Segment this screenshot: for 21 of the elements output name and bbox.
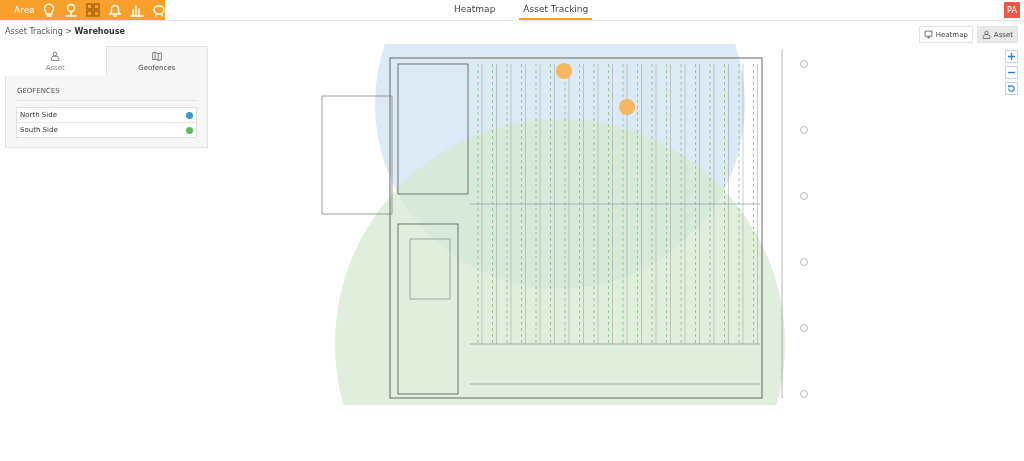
area-label: Area <box>14 5 35 15</box>
bell-icon[interactable] <box>106 2 123 18</box>
breadcrumb-link[interactable]: Asset Tracking <box>5 27 63 36</box>
map-icon <box>151 51 162 61</box>
plus-icon <box>1007 52 1016 61</box>
user-avatar[interactable]: PA <box>1004 2 1020 18</box>
nav-tab[interactable]: Heatmap <box>450 0 500 20</box>
pin-icon[interactable] <box>62 2 79 18</box>
reset-view-button[interactable] <box>1005 82 1018 95</box>
person-icon <box>50 50 61 61</box>
monitor-icon <box>923 30 933 39</box>
person-icon <box>981 30 991 39</box>
nav-tab[interactable]: Asset Tracking <box>519 0 593 20</box>
bar-chart-icon[interactable] <box>128 2 145 18</box>
grid-icon[interactable] <box>84 2 101 18</box>
reset-icon <box>1007 84 1016 93</box>
breadcrumb-current: Warehouse <box>74 27 125 36</box>
breadcrumb-separator: > <box>65 27 72 36</box>
piggy-bank-icon[interactable] <box>150 2 167 18</box>
zoom-out-button[interactable] <box>1005 66 1018 79</box>
zoom-in-button[interactable] <box>1005 50 1018 63</box>
